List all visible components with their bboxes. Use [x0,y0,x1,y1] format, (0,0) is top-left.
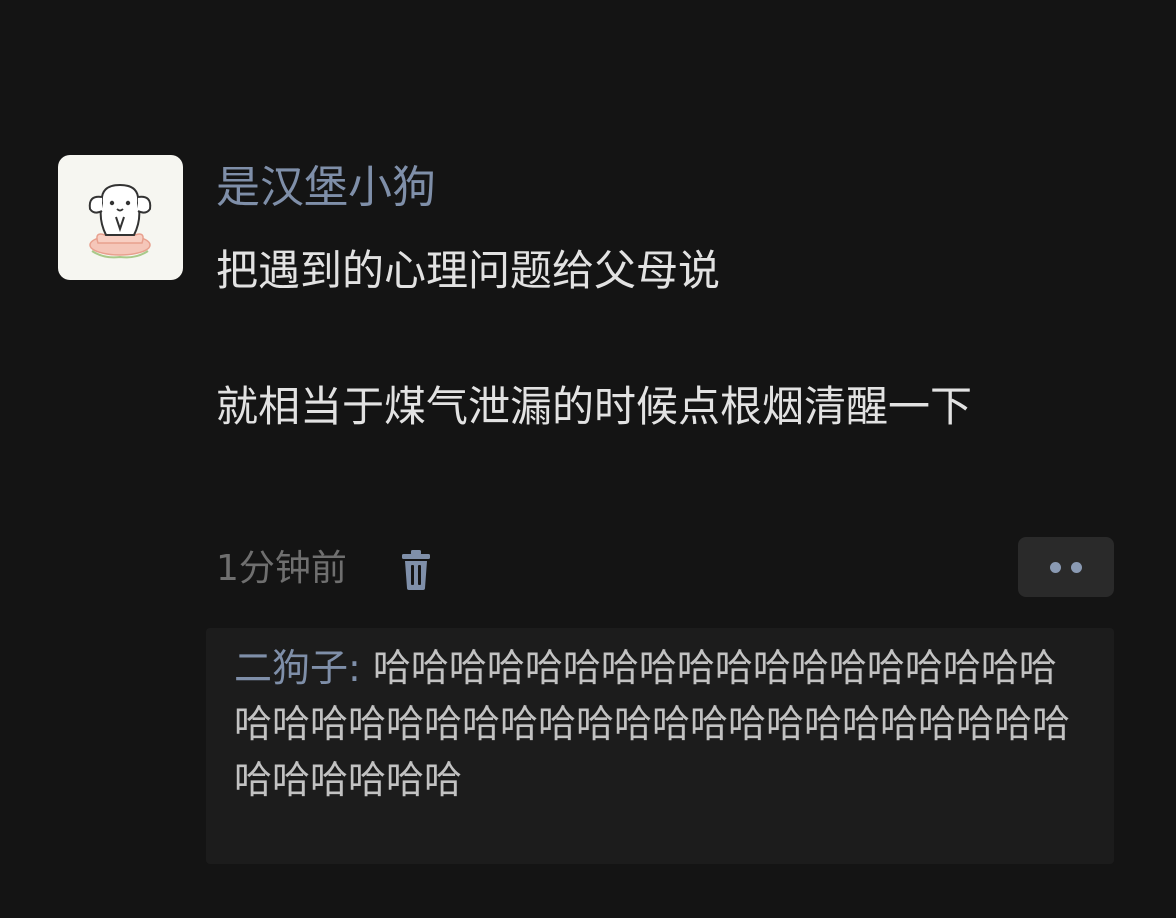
more-dots-icon [1071,562,1082,573]
comment-section: 二狗子: 哈哈哈哈哈哈哈哈哈哈哈哈哈哈哈哈哈哈哈哈哈哈哈哈哈哈哈哈哈哈哈哈哈哈哈… [206,628,1114,864]
comment-separator: : [348,646,373,690]
post-timestamp: 1分钟前 [216,548,347,589]
post-paragraph-2: 就相当于煤气泄漏的时候点根烟清醒一下 [216,382,973,431]
post-author-name[interactable]: 是汉堡小狗 [216,160,436,216]
post-meta-row: 1分钟前 [216,537,1116,600]
post-content: 把遇到的心理问题给父母说 就相当于煤气泄漏的时候点根烟清醒一下 [216,238,1116,440]
avatar[interactable] [58,155,183,280]
more-dots-icon [1050,562,1061,573]
trash-icon[interactable] [396,548,436,592]
commenter-name[interactable]: 二狗子 [234,646,348,690]
moment-post: 是汉堡小狗 把遇到的心理问题给父母说 就相当于煤气泄漏的时候点根烟清醒一下 1分… [0,0,1176,918]
post-paragraph-1: 把遇到的心理问题给父母说 [216,246,721,295]
dog-avatar-icon [88,183,152,259]
more-button[interactable] [1018,537,1114,597]
comment-item[interactable]: 二狗子: 哈哈哈哈哈哈哈哈哈哈哈哈哈哈哈哈哈哈哈哈哈哈哈哈哈哈哈哈哈哈哈哈哈哈哈… [234,640,1092,808]
